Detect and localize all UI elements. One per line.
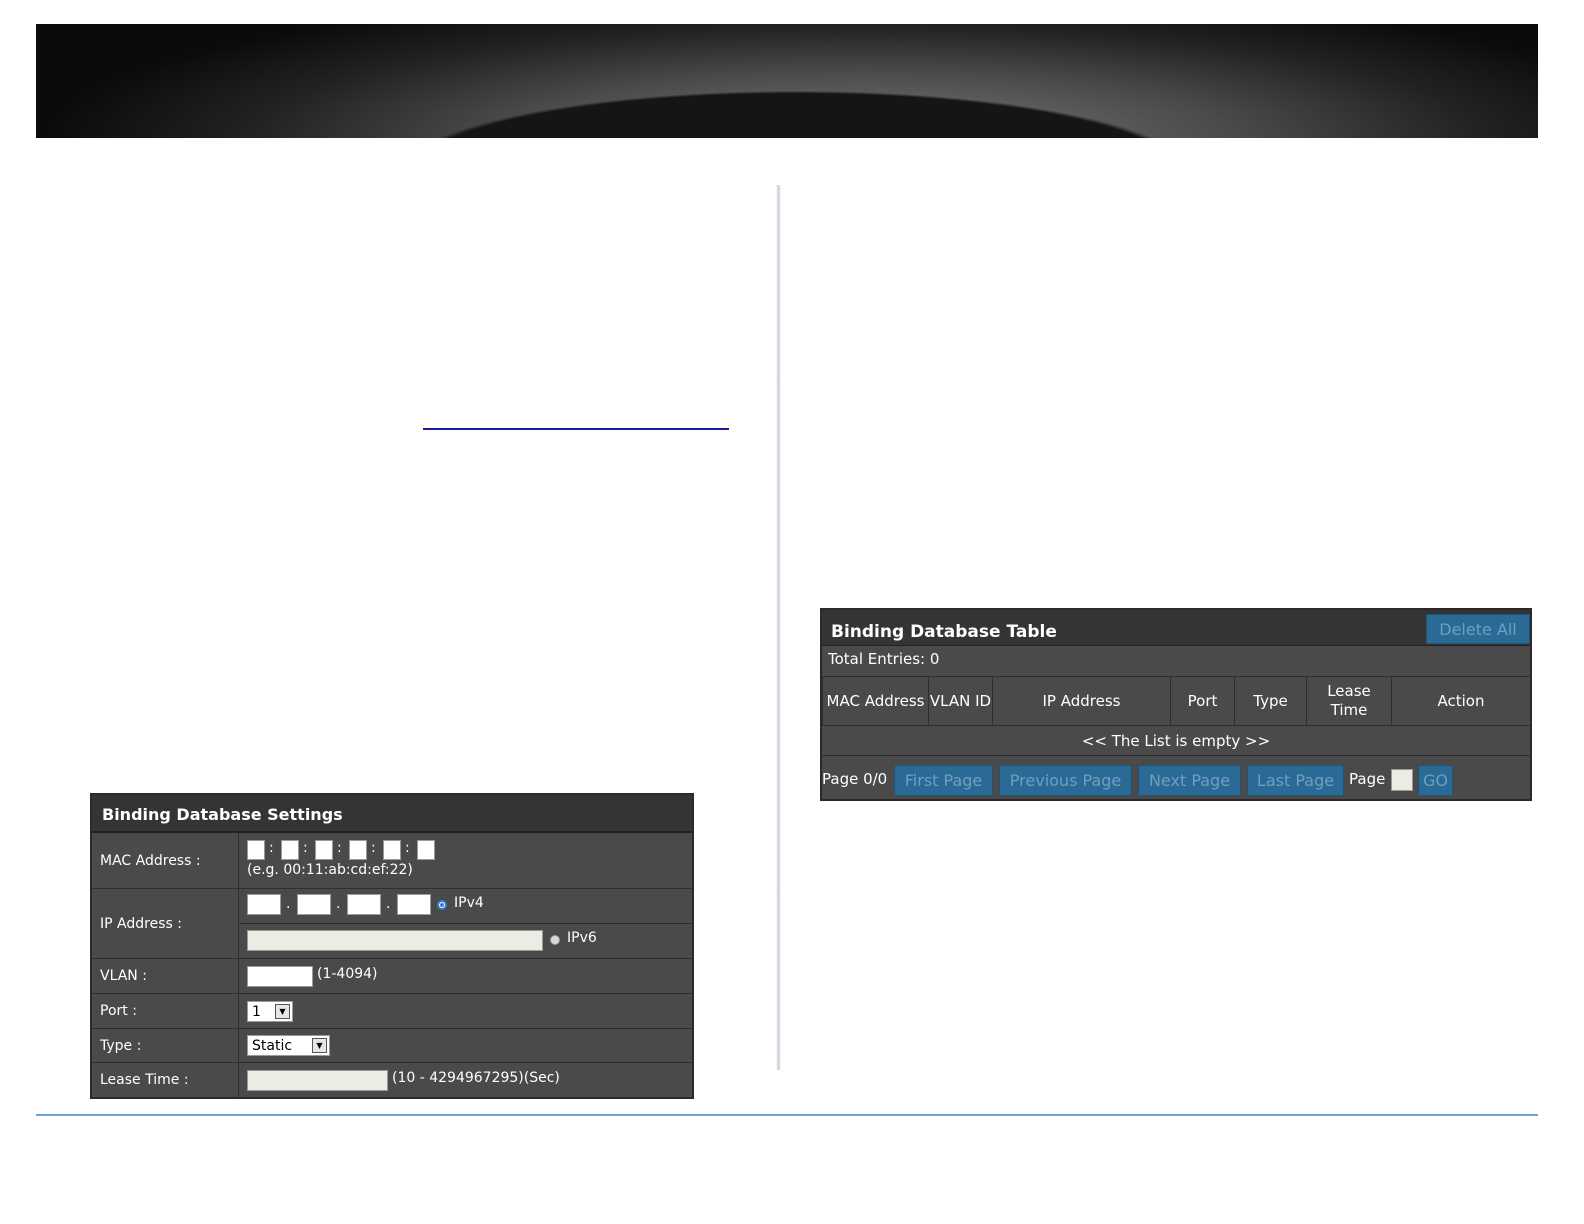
settings-title: Binding Database Settings bbox=[92, 795, 692, 833]
vlan-label: VLAN : bbox=[92, 959, 239, 993]
ip-row-divider bbox=[240, 923, 692, 924]
ip-separator: . bbox=[386, 896, 391, 912]
column-header-vlan-id: VLAN ID bbox=[929, 677, 993, 725]
lease-time-label: Lease Time : bbox=[92, 1063, 239, 1097]
ipv4-label: IPv4 bbox=[454, 895, 484, 911]
chevron-down-icon: ▼ bbox=[312, 1038, 327, 1053]
column-header-type: Type bbox=[1235, 677, 1307, 725]
ipv4-octet-4-input[interactable] bbox=[397, 894, 431, 915]
binding-database-settings-panel: Binding Database Settings MAC Address : … bbox=[90, 793, 694, 1099]
column-header-action: Action bbox=[1437, 691, 1485, 710]
mac-separator: : bbox=[405, 840, 410, 856]
column-header-port: Port bbox=[1171, 677, 1235, 725]
vlan-range-hint: (1-4094) bbox=[317, 966, 378, 982]
mac-separator: : bbox=[337, 840, 342, 856]
last-page-button[interactable]: Last Page bbox=[1247, 765, 1344, 796]
go-button[interactable]: GO bbox=[1418, 765, 1453, 796]
ip-address-label: IP Address : bbox=[92, 889, 239, 958]
type-select[interactable]: Static ▼ bbox=[247, 1035, 330, 1056]
column-header-ip-address: IP Address bbox=[993, 677, 1171, 725]
chevron-down-icon: ▼ bbox=[275, 1004, 290, 1019]
first-page-button[interactable]: First Page bbox=[894, 765, 993, 796]
ipv4-octet-1-input[interactable] bbox=[247, 894, 281, 915]
type-select-value: Static bbox=[252, 1038, 293, 1054]
lease-time-range-hint: (10 - 4294967295)(Sec) bbox=[392, 1070, 560, 1086]
mac-example-hint: (e.g. 00:11:ab:cd:ef:22) bbox=[247, 862, 413, 878]
lease-time-input[interactable] bbox=[247, 1070, 388, 1091]
column-header-mac-address: MAC Address bbox=[822, 677, 929, 725]
mac-octet-5-input[interactable] bbox=[383, 840, 401, 860]
mac-separator: : bbox=[371, 840, 376, 856]
mac-octet-2-input[interactable] bbox=[281, 840, 299, 860]
ip-separator: . bbox=[286, 896, 291, 912]
mac-octet-1-input[interactable] bbox=[247, 840, 265, 860]
ip-separator: . bbox=[336, 896, 341, 912]
ip-address-row: IP Address : . . . IPv4 IPv6 bbox=[92, 889, 692, 959]
port-label: Port : bbox=[92, 994, 239, 1028]
ipv4-octet-3-input[interactable] bbox=[347, 894, 381, 915]
type-row: Type : Static ▼ bbox=[92, 1029, 692, 1063]
hyperlink-underline bbox=[423, 428, 729, 430]
ipv4-radio[interactable] bbox=[437, 900, 447, 910]
page-number-input[interactable] bbox=[1391, 769, 1413, 791]
previous-page-button[interactable]: Previous Page bbox=[999, 765, 1132, 796]
mac-octet-4-input[interactable] bbox=[349, 840, 367, 860]
empty-list-message: << The List is empty >> bbox=[822, 726, 1530, 756]
mac-address-row: MAC Address : : : : : : (e.g. 00:11:ab:c… bbox=[92, 833, 692, 889]
column-header-lease-time: Lease Time bbox=[1307, 677, 1392, 725]
type-label: Type : bbox=[92, 1029, 239, 1062]
binding-database-table-panel: Binding Database Table Delete All Total … bbox=[820, 608, 1532, 801]
ipv6-radio[interactable] bbox=[550, 935, 560, 945]
port-row: Port : 1 ▼ bbox=[92, 994, 692, 1029]
port-select[interactable]: 1 ▼ bbox=[247, 1001, 293, 1022]
ipv4-octet-2-input[interactable] bbox=[297, 894, 331, 915]
page-status: Page 0/0 bbox=[822, 770, 888, 788]
mac-octet-6-input[interactable] bbox=[417, 840, 435, 860]
total-entries: Total Entries: 0 bbox=[828, 650, 940, 668]
mac-separator: : bbox=[269, 840, 274, 856]
footer-rule bbox=[36, 1114, 1538, 1116]
next-page-button[interactable]: Next Page bbox=[1138, 765, 1241, 796]
lease-time-row: Lease Time : (10 - 4294967295)(Sec) bbox=[92, 1063, 692, 1097]
port-select-value: 1 bbox=[252, 1004, 261, 1020]
mac-address-label: MAC Address : bbox=[92, 833, 239, 888]
ipv6-address-input[interactable] bbox=[247, 930, 543, 951]
mac-octet-3-input[interactable] bbox=[315, 840, 333, 860]
table-title: Binding Database Table bbox=[822, 610, 1530, 646]
table-header-row: MAC Address VLAN ID IP Address Port Type… bbox=[822, 676, 1530, 726]
vlan-row: VLAN : (1-4094) bbox=[92, 959, 692, 994]
delete-all-button[interactable]: Delete All bbox=[1426, 614, 1530, 644]
header-banner bbox=[36, 24, 1538, 138]
column-divider bbox=[776, 185, 781, 1070]
mac-separator: : bbox=[303, 840, 308, 856]
ipv6-label: IPv6 bbox=[567, 930, 597, 946]
page-jump-label: Page bbox=[1349, 770, 1386, 788]
vlan-input[interactable] bbox=[247, 966, 313, 987]
